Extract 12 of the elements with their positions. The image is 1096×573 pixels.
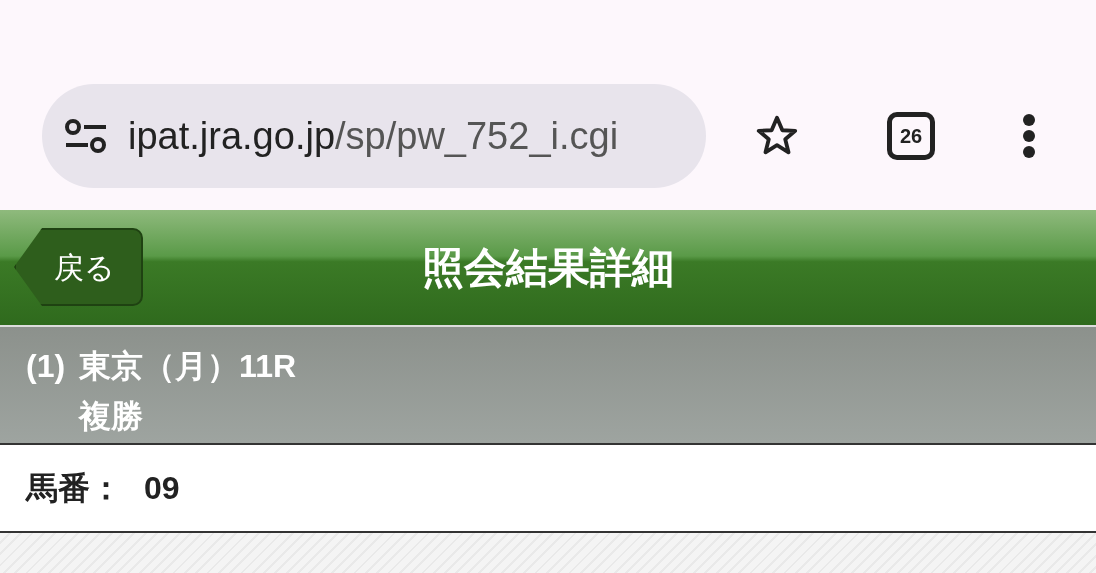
bet-type: 複勝 (79, 397, 145, 436)
horse-number-value: 09 (144, 469, 180, 508)
horse-number-label: 馬番： (26, 469, 122, 508)
address-bar[interactable]: ipat.jra.go.jp/sp/pw_752_i.cgi (42, 84, 706, 188)
tab-count[interactable]: 26 (887, 112, 935, 160)
more-menu-icon[interactable] (1022, 113, 1036, 159)
race-number: (1) (26, 347, 66, 386)
url-text: ipat.jra.go.jp/sp/pw_752_i.cgi (128, 113, 619, 159)
race-name: 東京（月）11R (79, 347, 297, 386)
page-title: 照会結果詳細 (422, 243, 674, 293)
back-button[interactable]: 戻る (14, 228, 143, 306)
site-settings-icon[interactable] (64, 118, 108, 154)
